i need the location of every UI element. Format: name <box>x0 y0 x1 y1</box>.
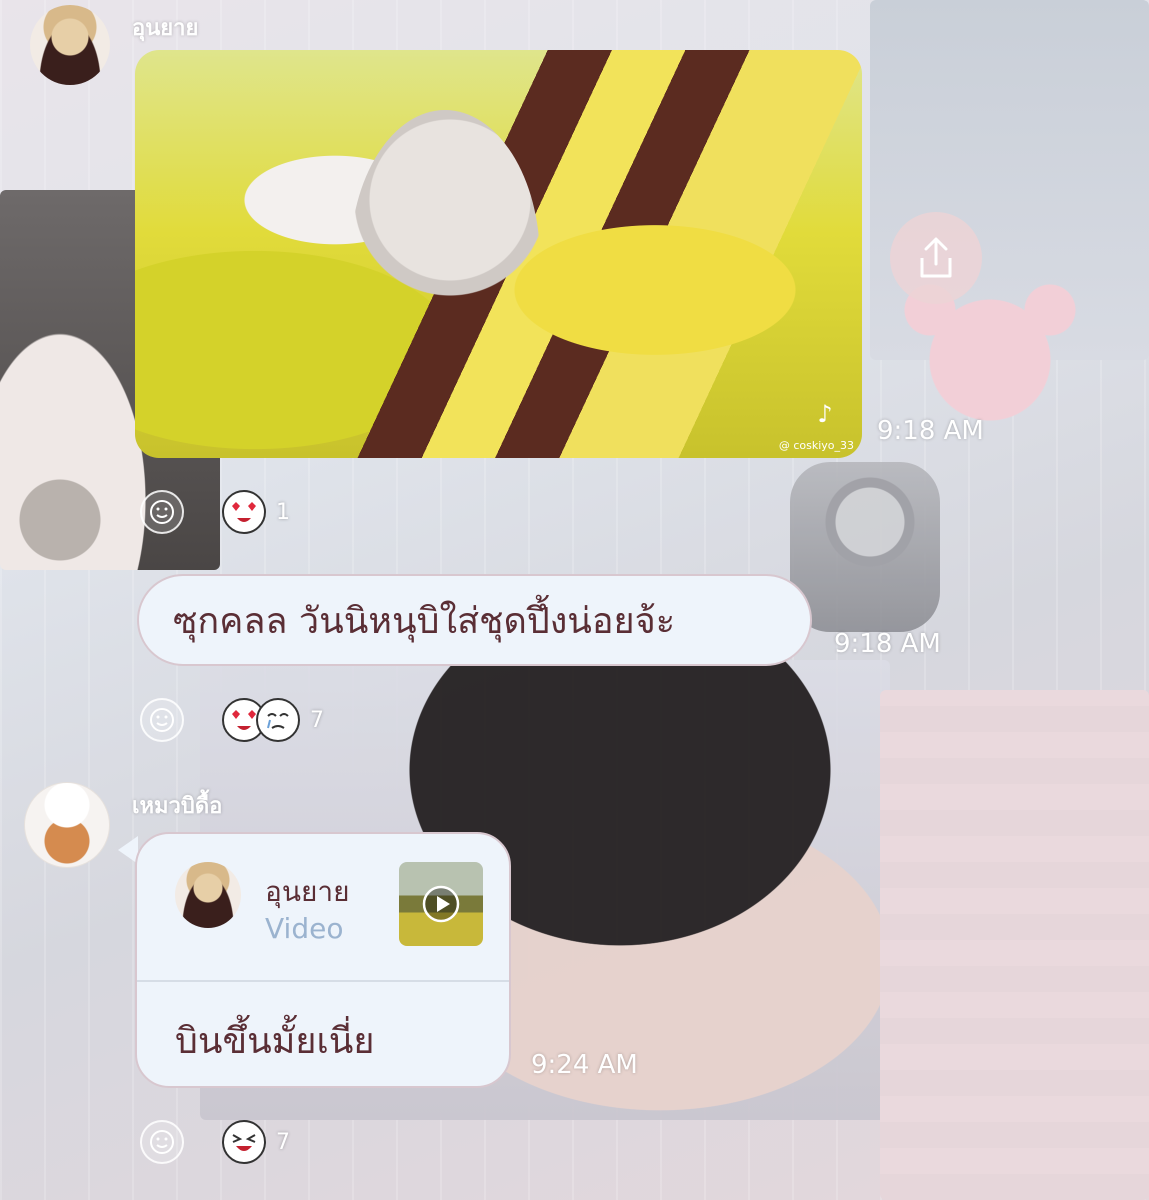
heart-eyes-emoji-icon[interactable] <box>222 490 266 534</box>
laughing-emoji-icon[interactable] <box>222 1120 266 1164</box>
video-message[interactable]: ♪ @ coskiyo_33 <box>135 50 862 458</box>
reaction-row: 1 <box>140 490 290 534</box>
crying-emoji-icon[interactable] <box>256 698 300 742</box>
message-time: 9:18 AM <box>877 416 984 446</box>
message-time: 9:18 AM <box>834 629 941 659</box>
reaction-count: 7 <box>310 707 324 733</box>
quoted-sender-avatar <box>175 862 241 928</box>
message-text: ซุกคลล วันนิหนุบิใส่ชุดปึ้งน่อยจ้ะ <box>173 600 676 642</box>
share-button[interactable] <box>890 212 982 304</box>
smiley-icon <box>150 500 174 524</box>
text-message-bubble[interactable]: ซุกคลล วันนิหนุบิใส่ชุดปึ้งน่อยจ้ะ <box>137 574 812 666</box>
add-reaction-button[interactable] <box>140 1120 184 1164</box>
reaction-row: 7 <box>140 1120 290 1164</box>
add-reaction-button[interactable] <box>140 490 184 534</box>
reaction-count: 7 <box>276 1129 290 1155</box>
smiley-icon <box>150 1130 174 1154</box>
play-icon <box>422 885 460 923</box>
quoted-message-type: Video <box>265 912 344 945</box>
tiktok-icon: ♪ <box>817 400 833 428</box>
reaction-count: 1 <box>276 499 290 525</box>
reply-message-bubble[interactable]: อุนยาย Video บินขึ้นมั้ยเนี่ย <box>135 832 511 1088</box>
sender-avatar[interactable] <box>30 5 110 85</box>
sender-name: อุนยาย <box>132 16 199 41</box>
background-pink-paper <box>880 690 1149 1200</box>
sender-name: เหมวบิดื้อ <box>132 794 223 819</box>
reaction-row: 7 <box>140 698 324 742</box>
message-text: บินขึ้นมั้ยเนี่ย <box>175 1021 375 1062</box>
share-icon <box>920 237 952 278</box>
quoted-sender-name: อุนยาย <box>265 875 350 908</box>
smiley-icon <box>150 708 174 732</box>
divider <box>137 980 509 982</box>
add-reaction-button[interactable] <box>140 698 184 742</box>
background-binder-clip <box>790 462 940 632</box>
video-watermark: @ coskiyo_33 <box>778 439 854 452</box>
quoted-video-thumbnail <box>399 862 483 946</box>
video-thumbnail-subject <box>350 110 540 410</box>
sender-avatar[interactable] <box>24 782 110 868</box>
message-time: 9:24 AM <box>531 1050 638 1080</box>
